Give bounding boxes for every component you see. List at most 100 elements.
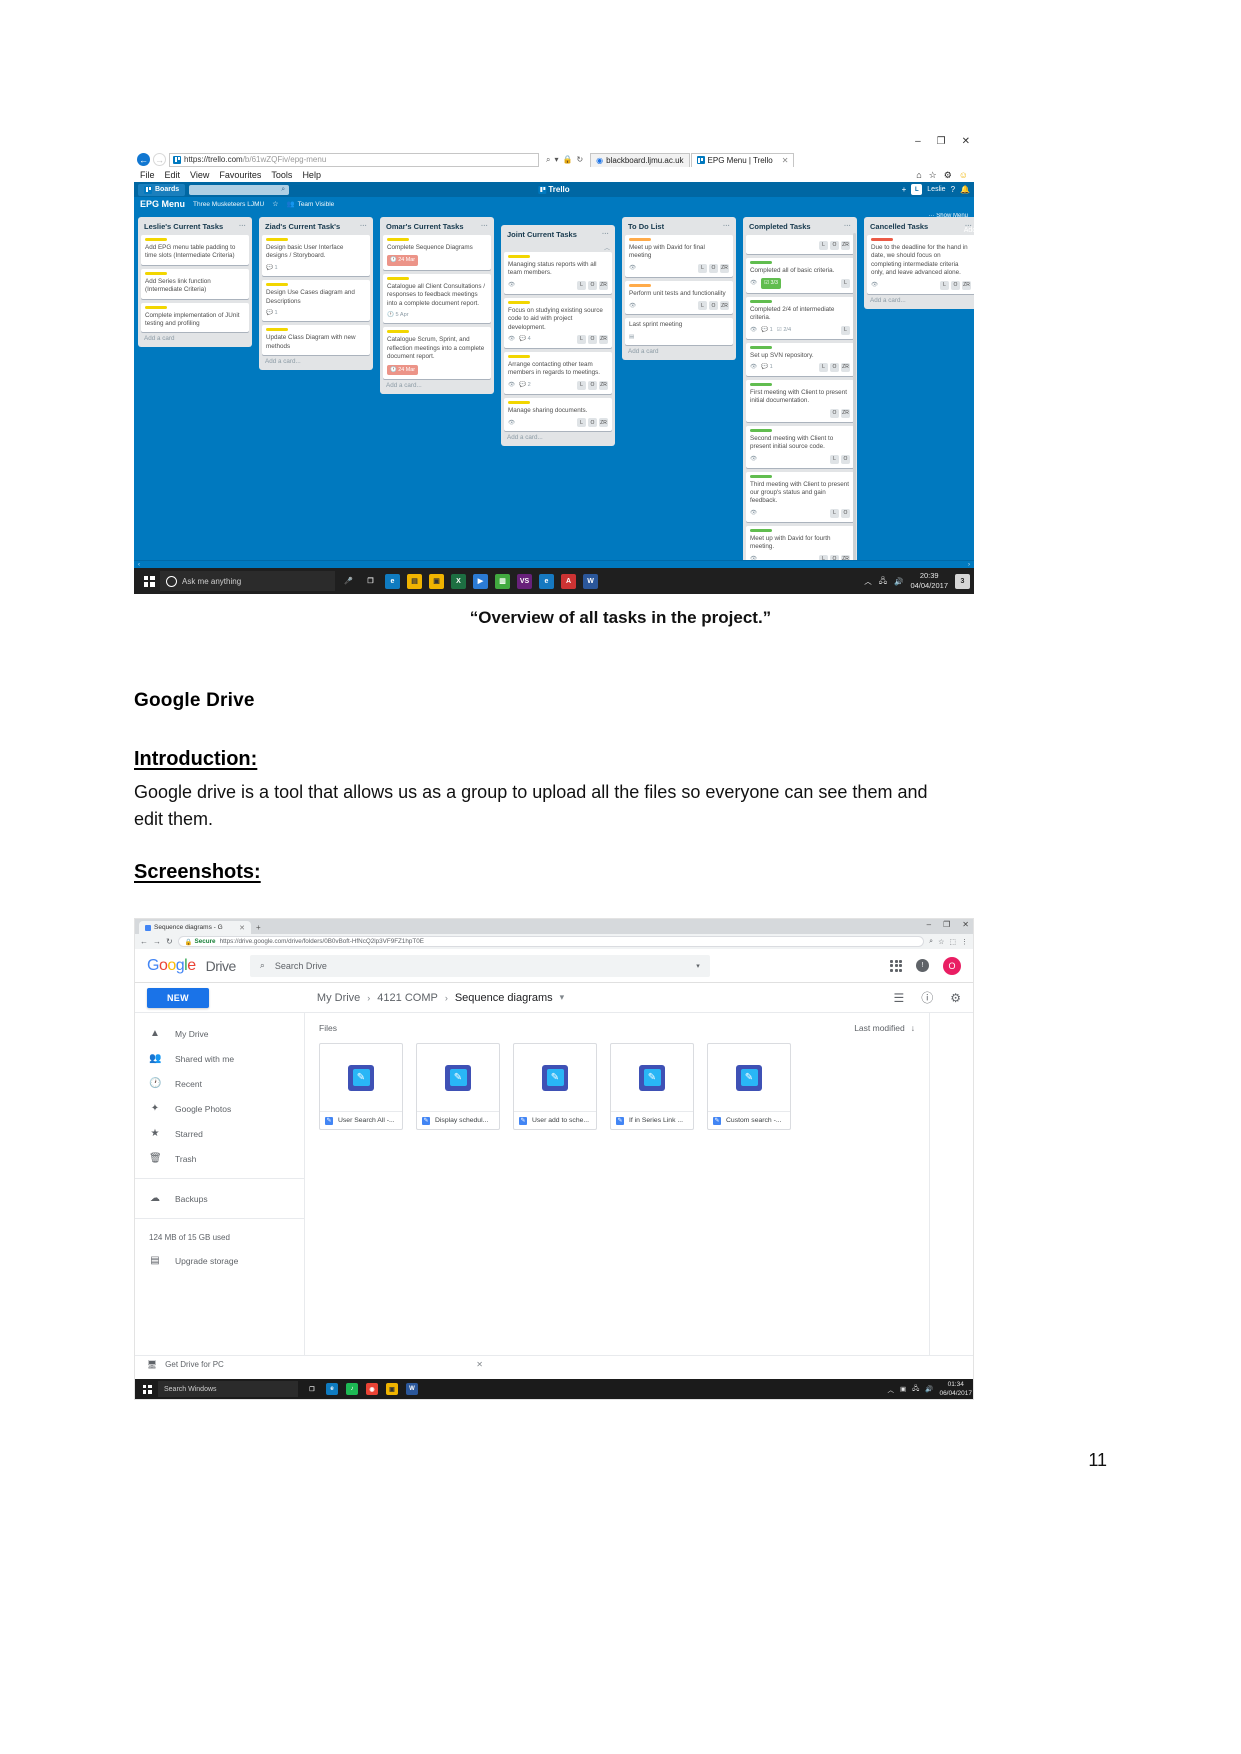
start-button[interactable]: [138, 568, 160, 594]
list-header[interactable]: Leslie's Current Tasks ···: [141, 220, 249, 235]
apps-grid-icon[interactable]: [890, 959, 902, 972]
list-header[interactable]: Omar's Current Tasks ···: [383, 220, 491, 235]
chrome-icon[interactable]: ◉: [366, 1383, 378, 1395]
address-bar[interactable]: 🔒 Secure https://drive.google.com/drive/…: [177, 936, 925, 947]
action-center-icon[interactable]: 3: [955, 573, 970, 589]
trello-search-input[interactable]: ⌕: [189, 184, 290, 195]
add-card-button[interactable]: Add a card: [141, 332, 249, 344]
file-card[interactable]: ✎ ✎ Display schedul...: [416, 1043, 500, 1130]
maximize-icon[interactable]: ❐: [937, 136, 946, 148]
minimize-icon[interactable]: –: [927, 920, 931, 929]
scroll-up-icon[interactable]: ︿: [504, 243, 612, 252]
microphone-icon[interactable]: 🎤: [341, 574, 356, 589]
acrobat-icon[interactable]: A: [561, 573, 576, 589]
add-card-button[interactable]: Add a card...: [262, 355, 370, 367]
network-icon[interactable]: 🖧: [879, 575, 887, 588]
taskbar-clock[interactable]: 20:39 04/04/2017: [910, 571, 948, 591]
visual-studio-icon[interactable]: VS: [517, 573, 532, 589]
sidebar-item-starred[interactable]: ★ Starred: [135, 1121, 304, 1146]
chrome-toolbar-actions[interactable]: ⌕ ☆ ⬚ ⋮: [929, 938, 968, 946]
chevron-down-icon[interactable]: ▾: [554, 155, 558, 164]
favorites-icon[interactable]: ☆: [929, 170, 937, 181]
back-icon[interactable]: ←: [140, 937, 148, 946]
menu-item-help[interactable]: Help: [302, 170, 321, 180]
folder-icon[interactable]: ▣: [386, 1383, 398, 1395]
browser-tab-sequence-diagrams[interactable]: Sequence diagrams - G ✕: [139, 921, 251, 934]
address-bar[interactable]: https://trello.com/b/61wZQFiv/epg-menu: [169, 152, 539, 167]
trello-card[interactable]: Add Series link function (Intermediate C…: [141, 268, 249, 299]
sidebar-item-recent[interactable]: 🕐 Recent: [135, 1071, 304, 1096]
trello-card[interactable]: L O ZR: [746, 235, 854, 254]
excel-icon[interactable]: X: [451, 573, 466, 589]
add-card-button[interactable]: Add a card...: [504, 431, 612, 443]
gear-icon[interactable]: ⚙: [950, 991, 961, 1005]
list-menu-icon[interactable]: ···: [844, 223, 851, 230]
team-name[interactable]: Three Musketeers LJMU: [193, 201, 264, 208]
avatar[interactable]: O: [943, 956, 961, 975]
trello-card[interactable]: Catalogue Scrum, Sprint, and reflection …: [383, 327, 491, 380]
list-menu-icon[interactable]: ···: [723, 223, 730, 230]
add-button[interactable]: +: [902, 185, 907, 194]
add-card-button[interactable]: Add a card...: [867, 294, 974, 306]
refresh-icon[interactable]: ↻: [576, 155, 583, 164]
board-visibility[interactable]: 👥 Team Visible: [286, 200, 334, 209]
media-player-icon[interactable]: ▶: [473, 573, 488, 589]
sidebar-item-shared-with-me[interactable]: 👥 Shared with me: [135, 1046, 304, 1071]
menu-item-tools[interactable]: Tools: [271, 170, 292, 180]
trello-card[interactable]: Complete implementation of JUnit testing…: [141, 302, 249, 333]
scroll-left-icon[interactable]: ‹: [138, 562, 140, 568]
chevron-down-icon[interactable]: ▾: [560, 992, 565, 1003]
list-menu-icon[interactable]: ···: [602, 231, 609, 238]
maximize-icon[interactable]: ❐: [943, 920, 950, 929]
info-icon[interactable]: ?: [951, 185, 955, 194]
browser-tab-trello[interactable]: EPG Menu | Trello ✕: [690, 152, 795, 167]
trello-card[interactable]: Set up SVN repository. 👁 💬 1 L O ZR: [746, 342, 854, 377]
trello-card[interactable]: Second meeting with Client to present in…: [746, 425, 854, 468]
get-drive-for-pc-banner[interactable]: 🖥 Get Drive for PC ✕: [135, 1355, 973, 1373]
file-card[interactable]: ✎ ✎ If in Series Link ...: [610, 1043, 694, 1130]
list-header[interactable]: Completed Tasks ···: [746, 220, 854, 235]
trello-card[interactable]: Focus on studying existing source code t…: [504, 297, 612, 349]
trello-card[interactable]: Completed all of basic criteria. 👁 ☑ 3/3…: [746, 258, 854, 293]
tray-app-icon[interactable]: ▣: [900, 1385, 906, 1393]
trello-card[interactable]: Due to the deadline for the hand in date…: [867, 235, 974, 294]
notifications-icon[interactable]: !: [916, 959, 929, 972]
ie-toolbar-icons[interactable]: ⌂ ☆ ⚙ ☺: [916, 170, 968, 181]
trello-card[interactable]: Meet up with David for final meeting 👁 L…: [625, 235, 733, 277]
list-scrollbar[interactable]: [853, 233, 856, 560]
sidebar-item-trash[interactable]: 🗑 Trash: [135, 1146, 304, 1171]
trello-card[interactable]: Design Use Cases diagram and Description…: [262, 280, 370, 322]
add-list-button[interactable]: Add a: [964, 227, 974, 234]
file-card[interactable]: ✎ ✎ User add to sche...: [513, 1043, 597, 1130]
task-view-icon[interactable]: ❐: [306, 1383, 318, 1395]
network-icon[interactable]: 🖧: [912, 1384, 919, 1395]
file-card[interactable]: ✎ ✎ User Search All -...: [319, 1043, 403, 1130]
trello-card[interactable]: Arrange contacting other team members in…: [504, 352, 612, 394]
close-icon[interactable]: ✕: [962, 136, 970, 148]
list-header[interactable]: Cancelled Tasks ···: [867, 220, 974, 235]
search-windows-input[interactable]: Search Windows: [158, 1381, 298, 1397]
trello-card[interactable]: Design basic User Interface designs / St…: [262, 235, 370, 277]
trello-card[interactable]: Completed 2/4 of intermediate criteria. …: [746, 296, 854, 339]
google-drive-logo[interactable]: Google Drive: [147, 957, 236, 975]
trello-card[interactable]: Update Class Diagram with new methods: [262, 325, 370, 356]
sidebar-item-google-photos[interactable]: ✦ Google Photos: [135, 1096, 304, 1121]
trello-card[interactable]: Catalogue all Client Consultations / res…: [383, 273, 491, 324]
close-icon[interactable]: ✕: [476, 1360, 963, 1369]
list-header[interactable]: Ziad's Current Task's ···: [262, 220, 370, 235]
sort-control[interactable]: Last modified ↓: [854, 1023, 915, 1033]
trello-card[interactable]: Manage sharing documents. 👁 L O ZR: [504, 397, 612, 432]
show-hidden-icons-icon[interactable]: ︿: [887, 1384, 894, 1394]
search-icon[interactable]: ⌕: [546, 155, 550, 165]
menu-item-file[interactable]: File: [140, 170, 155, 180]
menu-item-view[interactable]: View: [190, 170, 209, 180]
edge-icon[interactable]: e: [326, 1383, 338, 1395]
list-view-icon[interactable]: ☰: [893, 991, 904, 1005]
new-button[interactable]: NEW: [147, 987, 209, 1008]
bookmark-star-icon[interactable]: ☆: [938, 938, 944, 946]
tab-close-icon[interactable]: ✕: [782, 156, 789, 165]
list-menu-icon[interactable]: ···: [481, 223, 488, 230]
new-tab-button[interactable]: +: [256, 923, 261, 934]
window-controls[interactable]: – ❐ ✕: [915, 136, 970, 148]
menu-item-edit[interactable]: Edit: [165, 170, 181, 180]
